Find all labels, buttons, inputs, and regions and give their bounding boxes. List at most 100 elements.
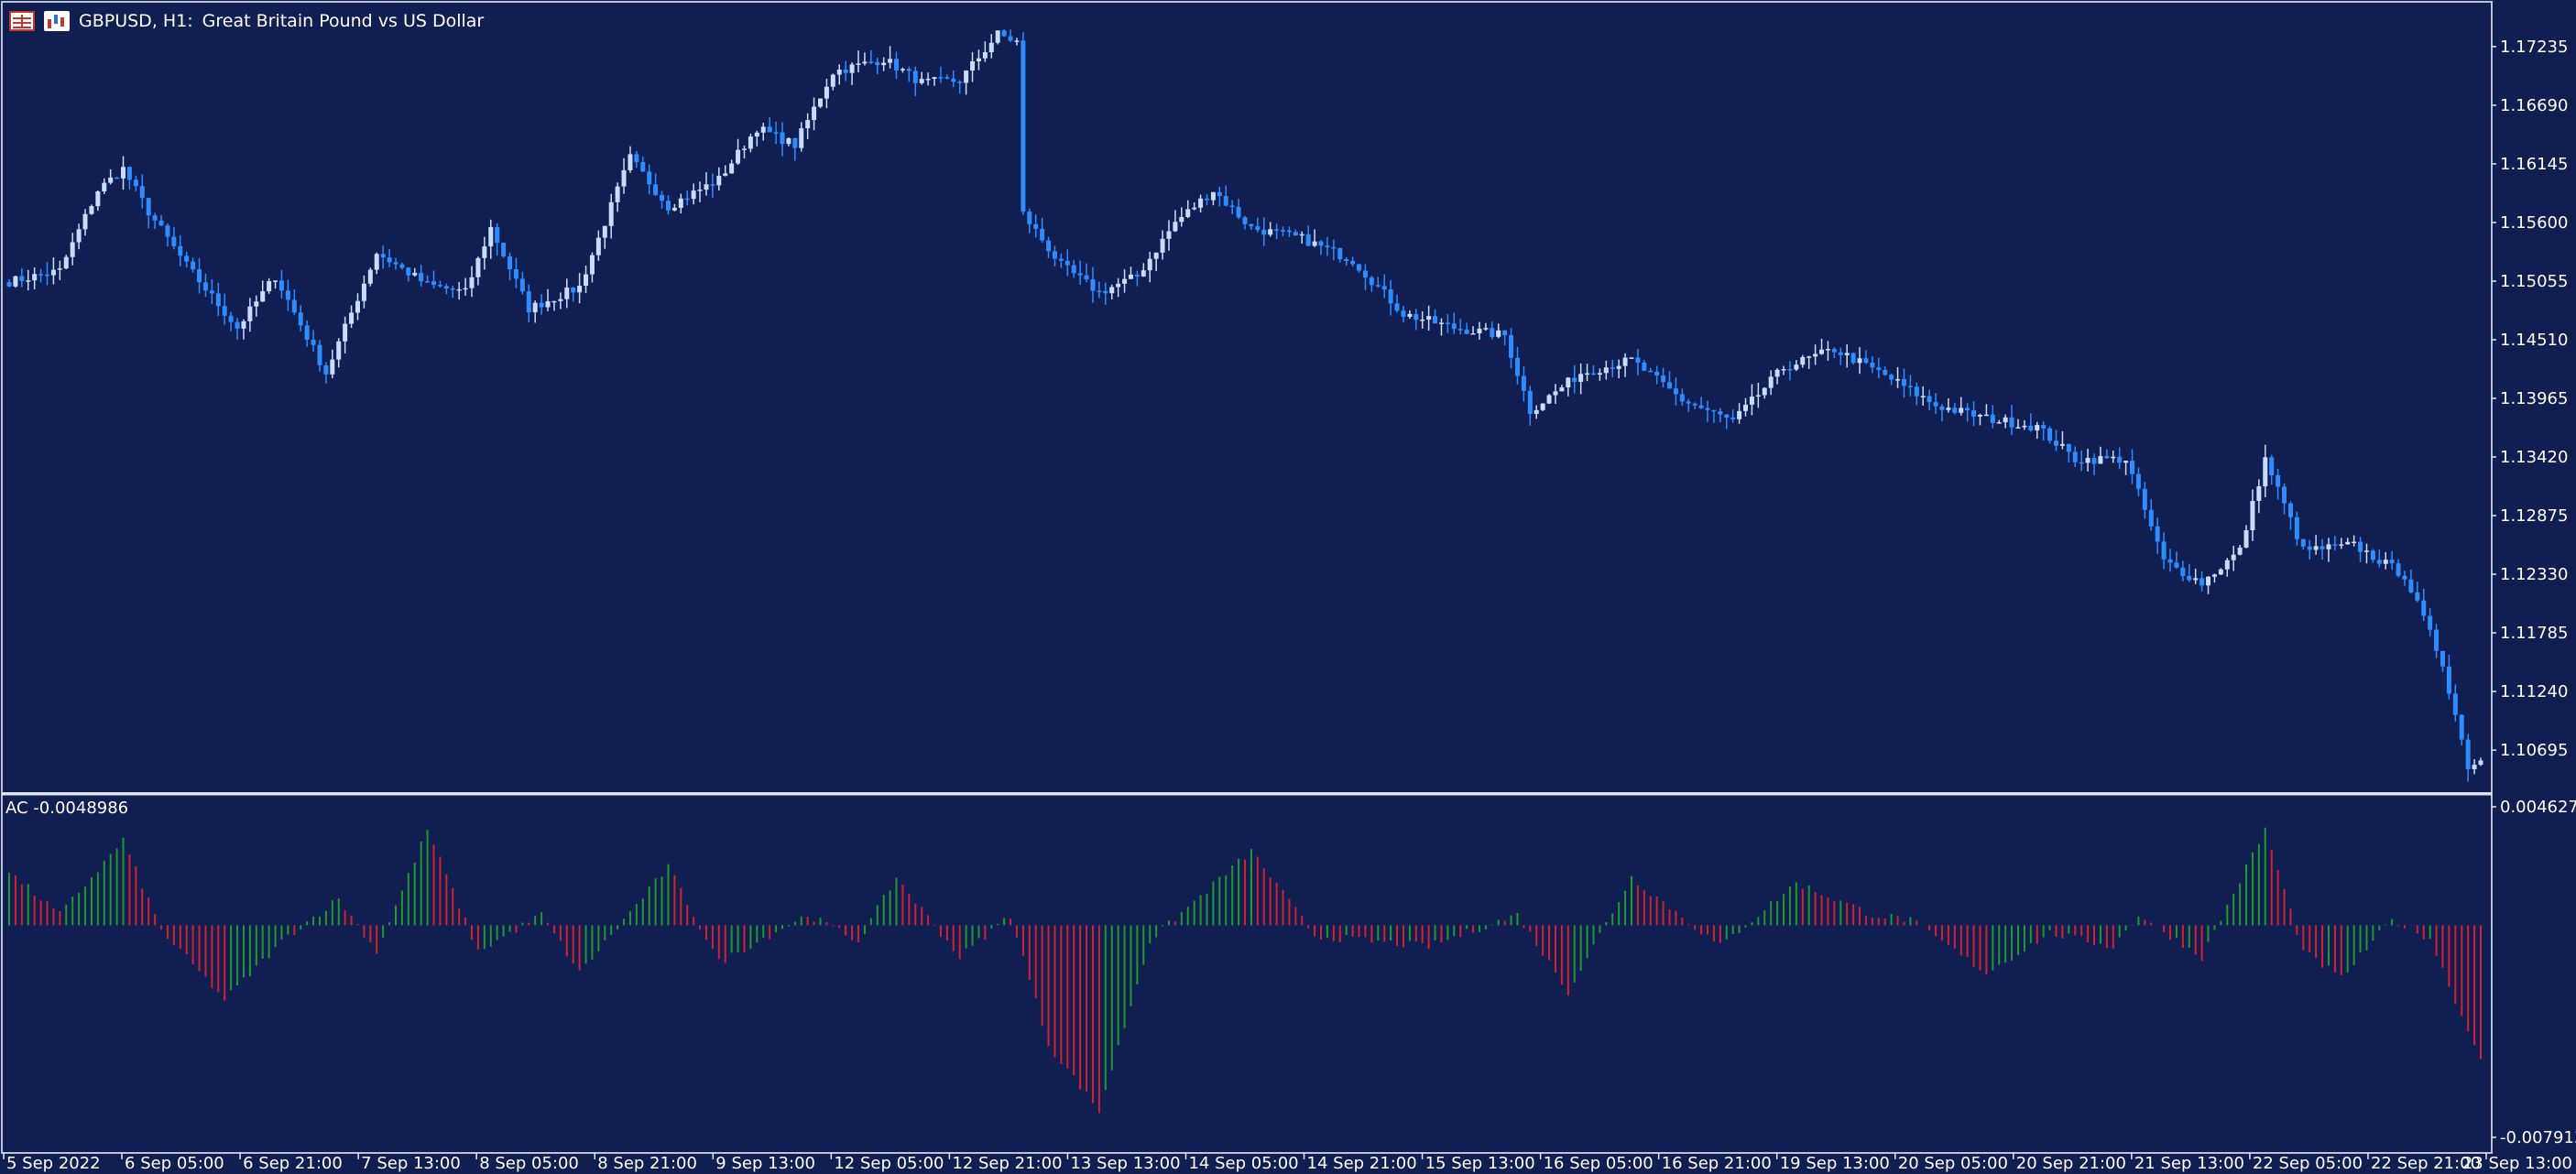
candle-body — [2199, 578, 2205, 586]
candle-body — [2307, 546, 2312, 550]
candle-body — [545, 301, 551, 308]
candle-body — [691, 190, 696, 200]
candle-body — [1198, 198, 1204, 208]
price-tick-label: 1.10695 — [2500, 741, 2568, 760]
candle-body — [2142, 488, 2147, 510]
candle-body — [70, 242, 75, 257]
candle-body — [1933, 402, 1938, 407]
time-tick-label: 7 Sep 13:00 — [361, 1154, 461, 1173]
candle-body — [2358, 541, 2363, 552]
candle-body — [419, 272, 424, 282]
candle-body — [2091, 458, 2097, 464]
time-tick-label: 12 Sep 05:00 — [834, 1154, 944, 1173]
chart-bars-icon[interactable] — [44, 11, 70, 31]
candle-body — [89, 206, 94, 214]
candle-body — [1477, 328, 1482, 333]
candle-body — [1362, 270, 1368, 278]
candle-body — [2250, 501, 2255, 531]
candle-body — [1838, 352, 1843, 355]
candle-body — [2155, 526, 2160, 542]
candle-body — [995, 30, 1000, 43]
table-icon[interactable] — [9, 11, 35, 31]
candle-body — [2174, 562, 2179, 568]
candle-body — [792, 137, 798, 148]
candle-body — [736, 149, 741, 164]
candle-body — [1058, 258, 1064, 261]
candle-body — [1939, 406, 1945, 410]
candle-body — [108, 177, 114, 183]
candle-body — [1229, 205, 1235, 208]
candle-body — [1490, 328, 1495, 337]
candle-body — [1509, 335, 1514, 358]
candle-body — [2243, 530, 2249, 548]
candle-body — [665, 201, 671, 211]
candle-body — [133, 179, 138, 187]
candle-body — [311, 339, 316, 345]
candle-body — [437, 285, 442, 287]
candle-body — [1616, 365, 1621, 369]
candle-body — [1673, 388, 1678, 395]
candle-body — [2478, 760, 2483, 766]
indicator-tick-label: 0.0046279 — [2500, 798, 2576, 817]
candle-body — [1312, 241, 1317, 246]
candle-body — [495, 226, 500, 244]
candle-body — [519, 278, 525, 292]
candle-body — [1052, 251, 1057, 259]
time-tick-label: 14 Sep 21:00 — [1307, 1154, 1417, 1173]
candle-body — [1464, 329, 1469, 334]
candle-body — [608, 201, 614, 226]
candle-body — [330, 359, 335, 375]
candle-body — [2294, 516, 2299, 539]
candle-body — [1597, 373, 1602, 375]
price-tick-label: 1.15055 — [2500, 272, 2568, 291]
candle-body — [1553, 391, 1558, 396]
candle-body — [1566, 377, 1571, 388]
candle-body — [640, 161, 646, 172]
price-chart[interactable]: 1.17235 1.16690 1.16145 1.15600 1.15055 1.145… — [0, 0, 2576, 1174]
candle-body — [222, 306, 227, 316]
candle-body — [539, 302, 544, 308]
candle-body — [1755, 395, 1761, 397]
candle-body — [1281, 230, 1286, 232]
candle-body — [2332, 544, 2338, 546]
candle-body — [1109, 287, 1115, 294]
candle-body — [1160, 238, 1165, 253]
candle-body — [595, 237, 601, 255]
candle-body — [1337, 248, 1343, 260]
candle-body — [805, 120, 811, 129]
price-tick-label: 1.15600 — [2500, 213, 2568, 233]
candle-body — [367, 269, 373, 284]
candle-body — [1813, 353, 1818, 357]
candle-body — [1819, 349, 1825, 354]
candle-body — [2345, 541, 2351, 545]
candle-body — [754, 132, 759, 137]
candle-body — [1514, 357, 1520, 376]
candle-body — [267, 281, 272, 292]
candle-body — [2009, 417, 2014, 428]
candle-body — [2256, 486, 2262, 502]
candle-body — [1064, 260, 1070, 266]
candle-body — [1603, 367, 1609, 374]
candle-body — [1027, 212, 1032, 224]
candle-body — [1286, 230, 1292, 233]
symbol-label: GBPUSD, H1: — [79, 11, 193, 31]
candle-body — [1420, 319, 1425, 321]
candle-body — [2015, 427, 2021, 429]
candle-body — [2465, 739, 2471, 769]
candle-body — [1698, 405, 1704, 408]
candle-body — [1679, 394, 1685, 402]
candle-body — [254, 301, 259, 307]
candle-body — [1730, 417, 1736, 419]
time-tick-label: 16 Sep 05:00 — [1544, 1154, 1654, 1173]
candle-body — [1116, 283, 1121, 288]
candle-body — [919, 79, 924, 83]
candle-body — [925, 79, 931, 81]
candle-body — [1255, 226, 1261, 231]
candle-body — [653, 184, 659, 195]
candle-body — [2440, 650, 2445, 667]
chart-background — [0, 0, 2576, 1174]
time-tick-label: 6 Sep 05:00 — [125, 1154, 224, 1173]
candle-body — [343, 323, 348, 342]
candle-body — [2022, 425, 2027, 428]
candle-body — [1242, 217, 1248, 224]
